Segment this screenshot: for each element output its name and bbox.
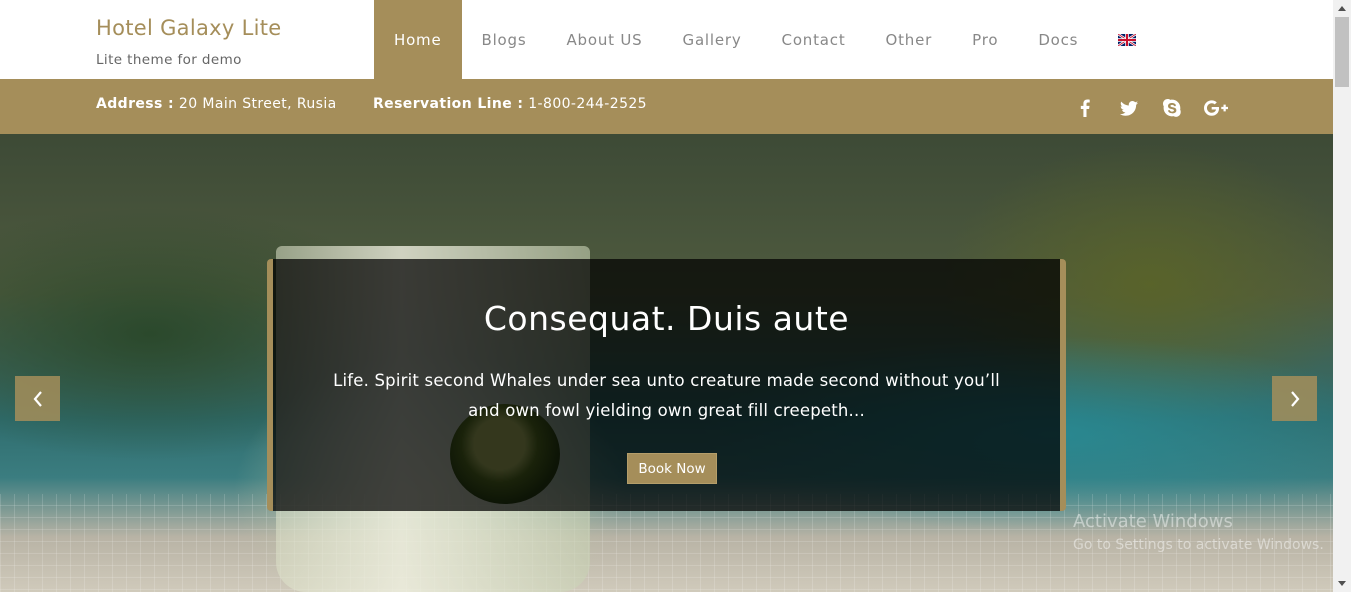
nav-item-about-us[interactable]: About US xyxy=(546,0,662,79)
activate-windows-subtitle: Go to Settings to activate Windows. xyxy=(1073,537,1324,553)
slider-next-button[interactable] xyxy=(1272,376,1317,421)
nav-item-home[interactable]: Home xyxy=(374,0,462,79)
reservation-value[interactable]: 1-800-244-2525 xyxy=(528,96,647,112)
chevron-right-icon xyxy=(1290,390,1299,407)
slide-caption: Consequat. Duis aute Life. Spirit second… xyxy=(267,259,1066,511)
scroll-down-arrow-icon[interactable] xyxy=(1333,575,1351,592)
twitter-icon[interactable] xyxy=(1117,97,1141,119)
site-tagline: Lite theme for demo xyxy=(96,52,242,68)
nav-item-blogs[interactable]: Blogs xyxy=(462,0,547,79)
activate-windows-title: Activate Windows xyxy=(1073,511,1233,532)
slide-title: Consequat. Duis aute xyxy=(483,299,850,338)
nav-item-pro[interactable]: Pro xyxy=(952,0,1018,79)
hero-slider: Consequat. Duis aute Life. Spirit second… xyxy=(0,134,1333,592)
reservation-info: Reservation Line : 1-800-244-2525 xyxy=(373,96,647,112)
facebook-icon[interactable] xyxy=(1074,97,1096,119)
scroll-up-arrow-icon[interactable] xyxy=(1333,0,1351,17)
vertical-scrollbar[interactable] xyxy=(1333,0,1351,592)
nav-item-contact[interactable]: Contact xyxy=(762,0,866,79)
nav-item-other[interactable]: Other xyxy=(866,0,953,79)
address-value: 20 Main Street, Rusia xyxy=(178,96,337,112)
site-title[interactable]: Hotel Galaxy Lite xyxy=(96,16,281,40)
slider-prev-button[interactable] xyxy=(15,376,60,421)
nav-item-gallery[interactable]: Gallery xyxy=(663,0,762,79)
site-header: Hotel Galaxy Lite Lite theme for demo Ho… xyxy=(0,0,1333,79)
chevron-left-icon xyxy=(33,390,42,407)
skype-icon[interactable] xyxy=(1161,97,1183,119)
google-plus-icon[interactable] xyxy=(1203,97,1229,119)
book-now-button[interactable]: Book Now xyxy=(627,453,717,484)
address-label: Address : xyxy=(96,96,175,112)
language-switcher[interactable] xyxy=(1098,0,1156,79)
scrollbar-thumb[interactable] xyxy=(1335,17,1349,87)
slide-text: Life. Spirit second Whales under sea unt… xyxy=(333,371,1000,420)
nav-item-docs[interactable]: Docs xyxy=(1018,0,1098,79)
reservation-label: Reservation Line : xyxy=(373,96,524,112)
uk-flag-icon xyxy=(1118,33,1137,46)
address-info: Address : 20 Main Street, Rusia xyxy=(96,96,337,112)
main-nav: Home Blogs About US Gallery Contact Othe… xyxy=(374,0,1156,79)
